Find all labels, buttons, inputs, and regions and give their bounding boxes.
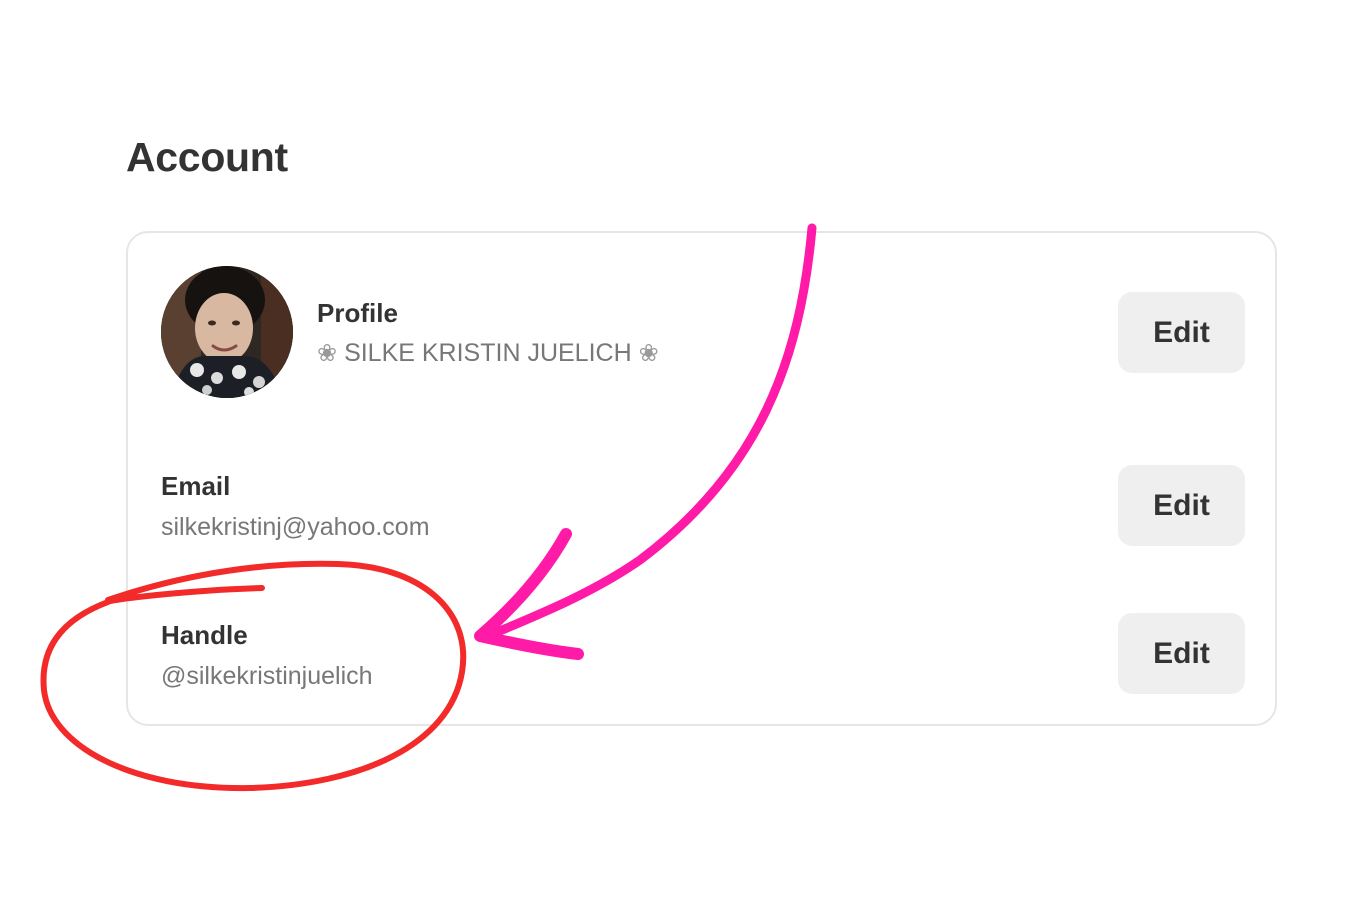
email-label: Email — [161, 471, 231, 501]
edit-email-button[interactable]: Edit — [1118, 465, 1245, 546]
avatar[interactable] — [161, 266, 293, 398]
profile-label: Profile — [317, 298, 398, 328]
avatar-photo — [161, 266, 293, 398]
edit-profile-button[interactable]: Edit — [1118, 292, 1245, 373]
handle-label: Handle — [161, 620, 248, 650]
account-card: Profile ❀ SILKE KRISTIN JUELICH ❀ Edit E… — [126, 231, 1277, 726]
page-title: Account — [126, 134, 288, 180]
account-page: Account Profile ❀ SILKE KRISTIN JUELICH … — [0, 0, 1350, 900]
email-value: silkekristinj@yahoo.com — [161, 513, 430, 541]
flower-icon: ❀ — [317, 340, 338, 367]
edit-handle-button[interactable]: Edit — [1118, 613, 1245, 694]
profile-name: SILKE KRISTIN JUELICH — [344, 339, 632, 367]
handle-value: @silkekristinjuelich — [161, 662, 373, 690]
flower-icon: ❀ — [638, 340, 659, 367]
profile-name-line: ❀ SILKE KRISTIN JUELICH ❀ — [317, 337, 659, 370]
